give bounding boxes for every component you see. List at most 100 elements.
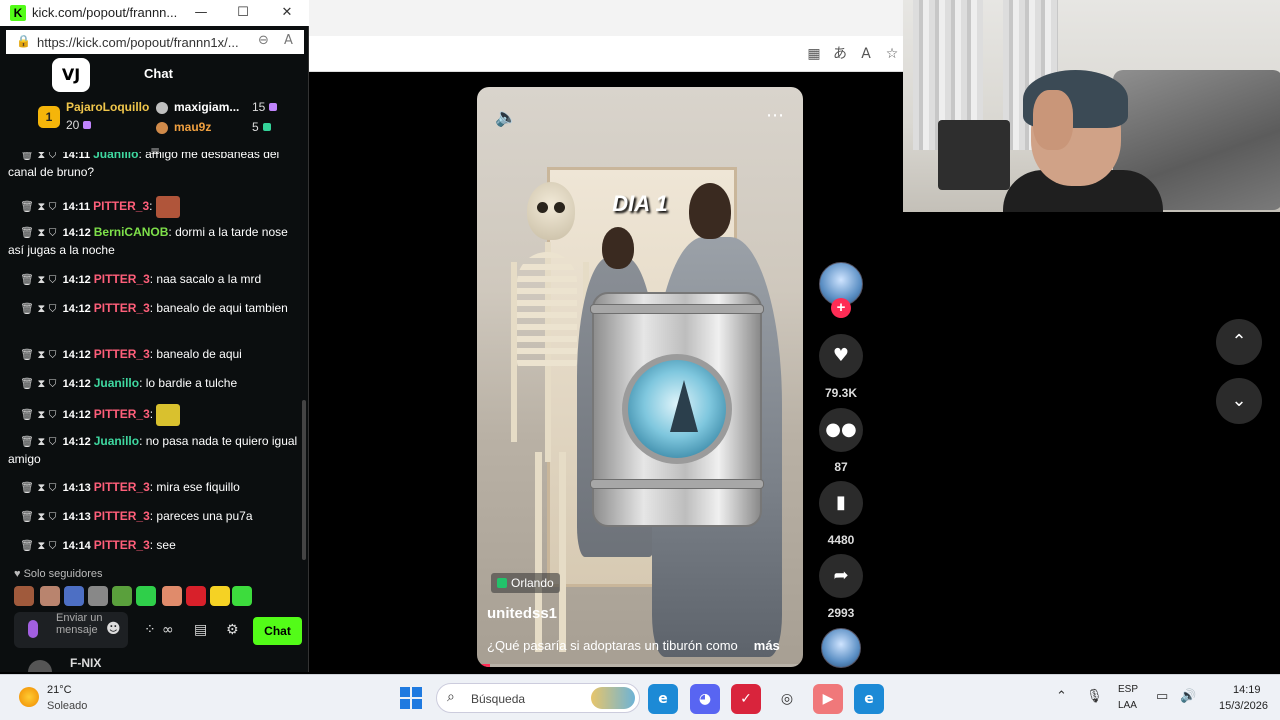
mod-tools-icon[interactable]: 🗑 ⧗ ⛉ [20,302,57,315]
read-aloud-icon[interactable]: A [284,33,293,48]
mic-icon[interactable] [28,620,38,638]
mod-tools-icon[interactable]: 🗑 ⧗ ⛉ [20,539,57,552]
message-username[interactable]: PITTER_3 [94,301,150,315]
chat-message[interactable]: 🗑 ⧗ ⛉ 14:12 PITTER_3: [8,404,298,426]
zoom-icon[interactable]: ⊖ [258,33,269,48]
mod-tools-icon[interactable]: 🗑 ⧗ ⛉ [20,152,57,161]
save-button[interactable]: ▮ 4480 [818,481,864,547]
chat-message[interactable]: 🗑 ⧗ ⛉ 14:12 Juanillo: no pasa nada te quie… [8,433,298,468]
previous-video-button[interactable]: ⌃ [1216,319,1262,365]
mod-tools-icon[interactable]: 🗑 ⧗ ⛉ [20,348,57,361]
minimize-button[interactable]: — [190,3,212,23]
message-username[interactable]: Juanillo [93,152,138,161]
mod-tools-icon[interactable]: 🗑 ⧗ ⛉ [20,273,57,286]
next-video-button[interactable]: ⌄ [1216,378,1262,424]
start-button[interactable] [400,687,422,709]
music-disc[interactable] [818,628,864,668]
message-username[interactable]: BerniCANOB [94,225,169,239]
video-player[interactable]: DIA 1 🔈 ⋯ Orlando unitedss1 ¿Qué pasaría… [477,87,803,667]
mod-tools-icon[interactable]: 🗑 ⧗ ⛉ [20,510,57,523]
red-app-icon[interactable]: ✓ [731,684,761,714]
sun-icon[interactable] [19,687,39,707]
creator-avatar[interactable]: + [818,262,864,318]
video-author[interactable]: unitedss1 [487,605,557,622]
edge-dev-app-icon[interactable]: e [854,684,884,714]
volume-icon[interactable]: 🔊 [1180,689,1196,704]
weather-temperature[interactable]: 21°C [47,684,72,696]
mod-tools-icon[interactable]: 🗑 ⧗ ⛉ [20,435,57,448]
mod-tools-icon[interactable]: 🗑 ⧗ ⛉ [20,226,57,239]
close-button[interactable]: ✕ [276,3,298,23]
emote[interactable] [112,586,132,606]
chat-message[interactable]: 🗑 ⧗ ⛉ 14:12 PITTER_3: banealo de aqui tamb… [8,300,298,318]
chat-message[interactable]: 🗑 ⧗ ⛉ 14:12 Juanillo: lo bardie a tulche [8,375,298,393]
message-username[interactable]: Juanillo [94,376,139,390]
emote[interactable] [14,586,34,606]
settings-gear-icon[interactable]: ⚙ [226,622,239,638]
mod-tools-icon[interactable]: 🗑 ⧗ ⛉ [20,200,57,213]
discord-app-icon[interactable]: ◕ [690,684,720,714]
obs-app-icon[interactable]: ◎ [772,684,802,714]
clock-date[interactable]: 15/3/2026 [1219,700,1268,712]
chat-message[interactable]: 🗑 ⧗ ⛉ 14:12 PITTER_3: naa sacalo a la mrd [8,271,298,289]
volume-icon[interactable]: 🔈 [495,107,517,128]
leaderboard-name[interactable]: maxigiam... [174,100,239,114]
recording-app-icon[interactable]: ▶ [813,684,843,714]
language-code[interactable]: ESP [1118,684,1138,695]
leaderboard-name[interactable]: mau9z [174,120,211,134]
emote[interactable] [232,586,252,606]
chat-input[interactable]: Enviar un mensaje ☻ [14,612,128,648]
chat-scrollbar[interactable] [302,400,306,560]
emote[interactable] [136,586,156,606]
keyboard-layout[interactable]: LAA [1118,700,1137,711]
chat-message[interactable]: 🗑 ⧗ ⛉ 14:11 Juanillo: amigo me desbaneas d… [8,152,298,181]
face-emote[interactable] [156,404,181,426]
send-chat-button[interactable]: Chat [253,617,302,645]
emote[interactable] [40,586,60,606]
chat-message[interactable]: 🗑 ⧗ ⛉ 14:13 PITTER_3: pareces una pu7a [8,508,298,526]
leader-name[interactable]: PajaroLoquillo [66,100,149,114]
comment-button[interactable]: ●● 87 [818,408,864,474]
emote[interactable] [88,586,108,606]
chat-message[interactable]: 🗑 ⧗ ⛉ 14:12 BerniCANOB: dormi a la tarde n… [8,224,298,259]
translate-icon[interactable]: あ [830,44,850,64]
message-username[interactable]: PITTER_3 [94,509,150,523]
chat-message[interactable]: 🗑 ⧗ ⛉ 14:12 PITTER_3: banealo de aqui [8,346,298,364]
clock-time[interactable]: 14:19 [1233,684,1261,696]
message-username[interactable]: PITTER_3 [94,272,150,286]
taskbar-search[interactable]: ⌕ Búsqueda [436,683,640,713]
like-button[interactable]: ♥ 79.3K [818,334,864,400]
edge-app-icon[interactable]: e [648,684,678,714]
location-tag[interactable]: Orlando [491,573,560,593]
meme-emote[interactable] [155,196,180,218]
network-icon[interactable]: ▭ [1156,689,1168,704]
maximize-button[interactable]: ☐ [232,3,254,23]
chat-message[interactable]: 🗑 ⧗ ⛉ 14:13 PITTER_3: mira ese fiquillo [8,479,298,497]
more-link[interactable]: más [754,638,780,653]
users-icon[interactable]: ⁘ [144,622,156,638]
emote[interactable] [162,586,182,606]
more-options-icon[interactable]: ⋯ [766,105,785,126]
mod-tools-icon[interactable]: 🗑 ⧗ ⛉ [20,481,57,494]
message-username[interactable]: PITTER_3 [94,347,150,361]
follow-plus-icon[interactable]: + [831,298,851,318]
split-screen-icon[interactable]: ▦ [804,44,824,64]
chat-message[interactable]: 🗑 ⧗ ⛉ 14:11 PITTER_3: [8,196,298,218]
mod-tools-icon[interactable]: 🗑 ⧗ ⛉ [20,408,57,421]
message-username[interactable]: PITTER_3 [94,538,150,552]
message-username[interactable]: PITTER_3 [93,199,149,213]
weather-description[interactable]: Soleado [47,700,87,712]
emote[interactable] [64,586,84,606]
read-aloud-icon[interactable]: A [856,44,876,64]
chat-message[interactable]: 🗑 ⧗ ⛉ 14:14 PITTER_3: see [8,537,298,555]
favorite-star-icon[interactable]: ☆ [882,44,902,64]
share-button[interactable]: ➦ 2993 [818,554,864,620]
video-progress-bar[interactable] [477,664,803,667]
mod-tools-icon[interactable]: 🗑 ⧗ ⛉ [20,377,57,390]
emote[interactable] [210,586,230,606]
emote[interactable] [186,586,206,606]
emoji-icon[interactable]: ☻ [106,621,121,637]
microphone-icon[interactable]: 🎙 [1086,689,1103,704]
popout-titlebar[interactable]: K kick.com/popout/frannn... — ☐ ✕ [0,0,309,26]
popout-address-bar[interactable]: 🔒 https://kick.com/popout/frannn1x/... ⊖… [6,30,304,54]
